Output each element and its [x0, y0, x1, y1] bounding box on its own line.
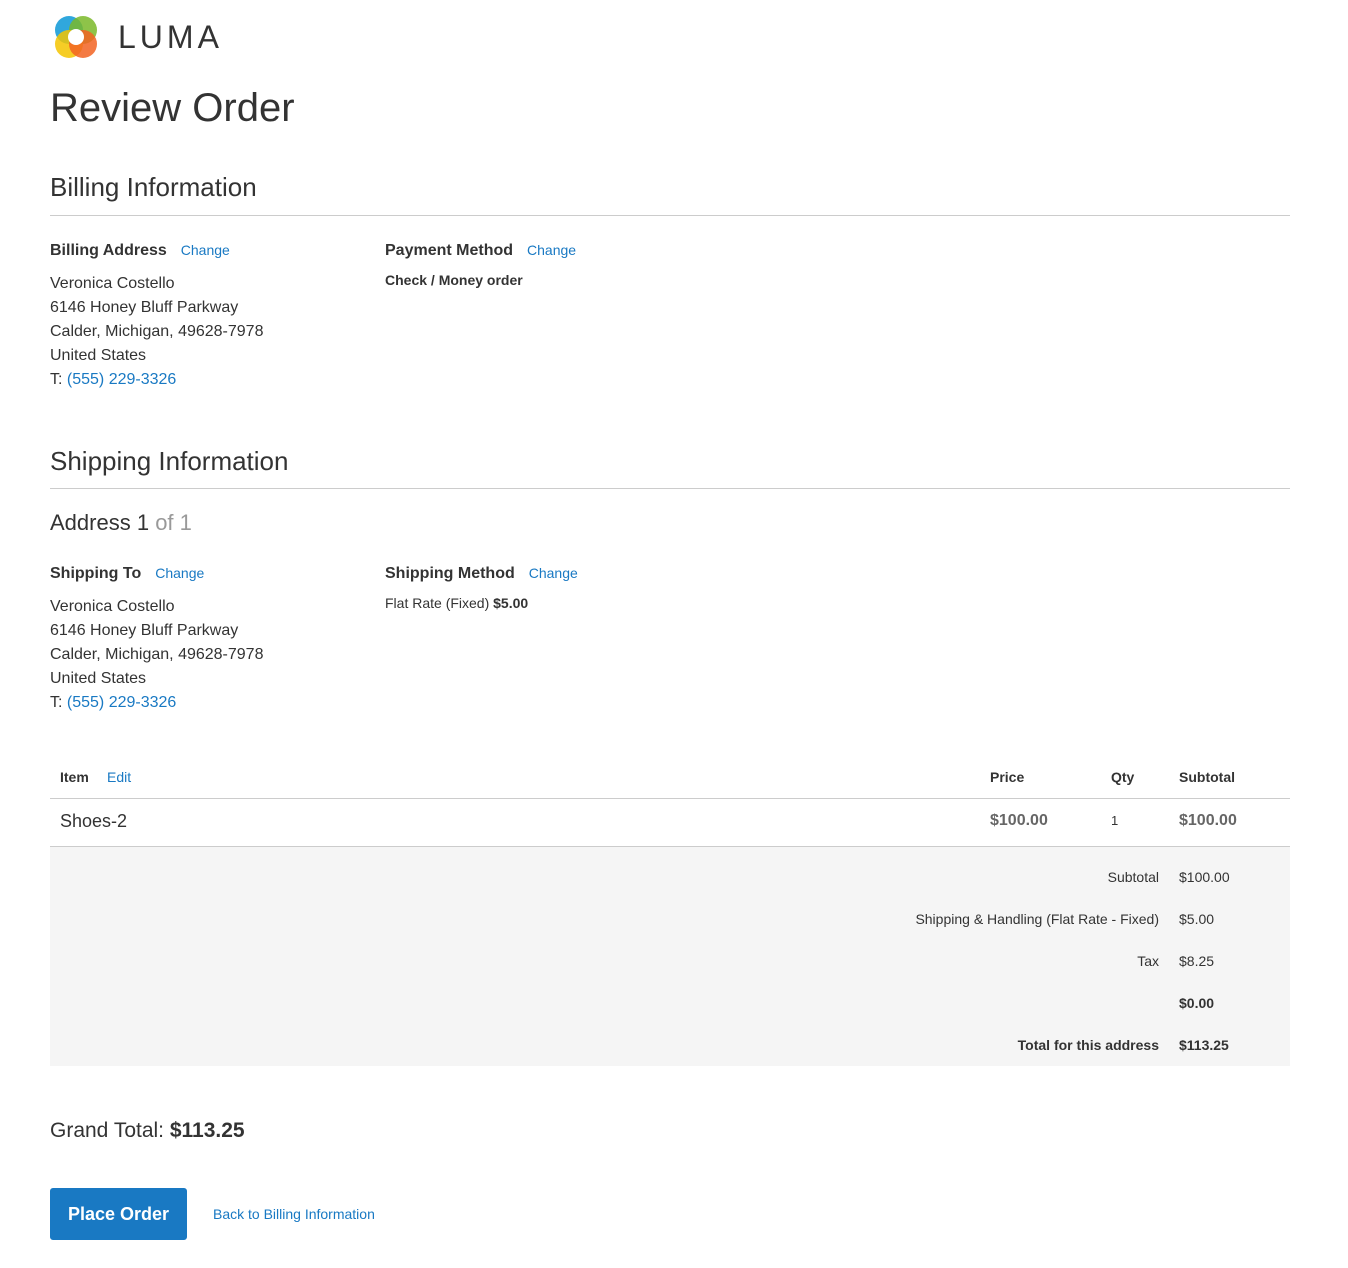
back-to-billing-link[interactable]: Back to Billing Information — [213, 1206, 375, 1222]
col-header-item: Item — [60, 769, 89, 785]
page-title: Review Order — [50, 86, 295, 130]
address-line: 6146 Honey Bluff Parkway — [50, 622, 239, 639]
order-items-table: Item Edit Price Qty Subtotal Shoes-2 $10… — [50, 758, 1290, 1066]
table-header-row: Item Edit Price Qty Subtotal — [50, 758, 1290, 799]
item-name: Shoes-2 — [60, 811, 128, 831]
luma-logo-icon — [55, 16, 97, 58]
shipping-method-price: $5.00 — [493, 595, 529, 611]
totals-value: $113.25 — [1179, 1037, 1229, 1053]
totals-row-address-total: Total for this address $113.25 — [50, 1037, 1290, 1057]
table-row: Shoes-2 $100.00 1 $100.00 — [50, 799, 1290, 847]
address-line: Veronica Costello — [50, 275, 175, 292]
totals-label: Total for this address — [1017, 1037, 1159, 1053]
logo-text: LUMA — [118, 19, 223, 55]
phone-line: T: (555) 229-3326 — [50, 691, 370, 715]
address-line: United States — [50, 670, 147, 687]
totals-row-tax: Tax $8.25 — [50, 953, 1290, 973]
place-order-button[interactable]: Place Order — [50, 1188, 187, 1240]
address-counter-heading: Address 1 of 1 — [50, 510, 192, 536]
col-header-subtotal: Subtotal — [1179, 769, 1235, 785]
address-line: Veronica Costello — [50, 598, 175, 615]
grand-total: Grand Total: $113.25 — [50, 1119, 245, 1143]
billing-address-label: Billing Address — [50, 242, 167, 259]
address-line: 6146 Honey Bluff Parkway — [50, 299, 239, 316]
store-logo[interactable]: LUMA — [50, 11, 223, 63]
phone-prefix: T: — [50, 694, 67, 711]
phone-prefix: T: — [50, 371, 67, 388]
item-qty: 1 — [1111, 813, 1119, 828]
col-header-price: Price — [990, 769, 1025, 785]
billing-section-title: Billing Information — [50, 172, 257, 202]
totals-row-shipping: Shipping & Handling (Flat Rate - Fixed) … — [50, 911, 1290, 931]
shipping-to-change-link[interactable]: Change — [155, 565, 204, 581]
address-line: Calder, Michigan, 49628-7978 — [50, 646, 264, 663]
address-line: Calder, Michigan, 49628-7978 — [50, 323, 264, 340]
totals-value: $8.25 — [1179, 953, 1215, 969]
billing-divider — [50, 215, 1290, 216]
item-subtotal: $100.00 — [1179, 812, 1237, 829]
billing-phone-link[interactable]: (555) 229-3326 — [67, 371, 176, 388]
totals-label: Tax — [1137, 953, 1159, 969]
edit-items-link[interactable]: Edit — [107, 769, 131, 785]
shipping-divider — [50, 488, 1290, 489]
shipping-to-label: Shipping To — [50, 565, 142, 582]
col-header-qty: Qty — [1111, 769, 1135, 785]
grand-total-label: Grand Total: — [50, 1119, 170, 1142]
grand-total-value: $113.25 — [169, 1119, 245, 1142]
shipping-address: Veronica Costello 6146 Honey Bluff Parkw… — [50, 595, 370, 715]
totals-value: $100.00 — [1179, 869, 1230, 885]
address-line: United States — [50, 347, 147, 364]
shipping-method-label: Shipping Method — [385, 565, 515, 582]
shipping-method-box: Shipping Method Change Flat Rate (Fixed)… — [385, 565, 705, 611]
billing-address: Veronica Costello 6146 Honey Bluff Parkw… — [50, 272, 370, 392]
totals-label: Shipping & Handling (Flat Rate - Fixed) — [915, 911, 1159, 927]
shipping-method-change-link[interactable]: Change — [529, 565, 578, 581]
address-number: Address 1 — [50, 510, 150, 535]
phone-line: T: (555) 229-3326 — [50, 368, 370, 392]
totals-value: $0.00 — [1179, 995, 1215, 1011]
payment-method-label: Payment Method — [385, 242, 514, 259]
payment-method-value: Check / Money order — [385, 272, 523, 288]
payment-method-change-link[interactable]: Change — [527, 242, 576, 258]
totals-label: Subtotal — [1107, 869, 1159, 885]
shipping-section-title: Shipping Information — [50, 446, 289, 476]
billing-address-box: Billing Address Change Veronica Costello… — [50, 242, 370, 392]
shipping-to-box: Shipping To Change Veronica Costello 614… — [50, 565, 370, 715]
totals-row-subtotal: Subtotal $100.00 — [50, 869, 1290, 889]
item-price: $100.00 — [990, 812, 1048, 829]
payment-method-box: Payment Method Change Check / Money orde… — [385, 242, 705, 288]
address-totals: Subtotal $100.00 Shipping & Handling (Fl… — [50, 847, 1290, 1066]
shipping-phone-link[interactable]: (555) 229-3326 — [67, 694, 176, 711]
address-of-total: of 1 — [155, 510, 192, 535]
shipping-method-text: Flat Rate (Fixed) — [385, 595, 490, 611]
totals-value: $5.00 — [1179, 911, 1215, 927]
totals-row-unlabeled: $0.00 — [50, 995, 1290, 1015]
shipping-method-value: Flat Rate (Fixed) $5.00 — [385, 595, 705, 611]
billing-address-change-link[interactable]: Change — [181, 242, 230, 258]
